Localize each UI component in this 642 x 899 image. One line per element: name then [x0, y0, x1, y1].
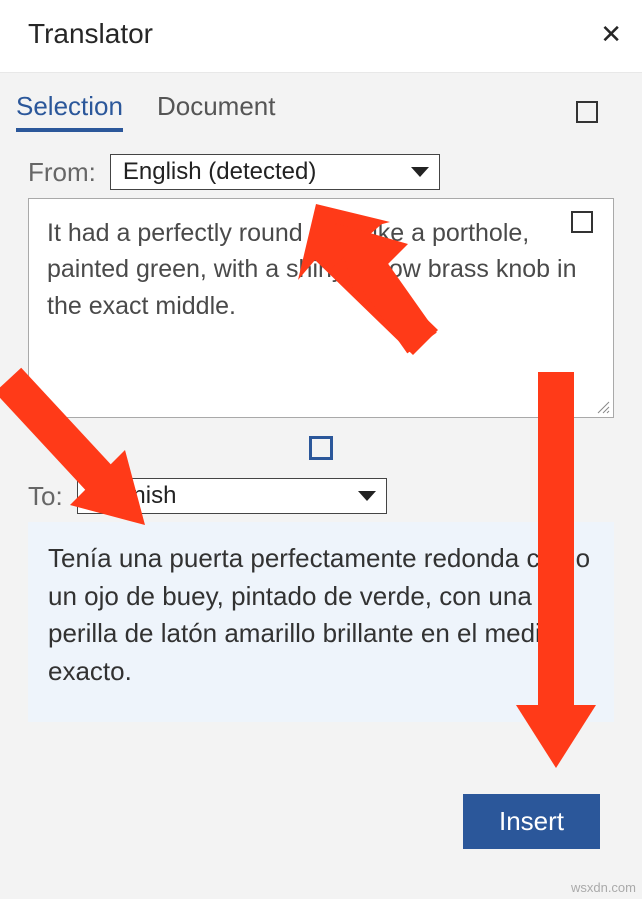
to-language-select[interactable]: Spanish [77, 478, 387, 514]
tab-document[interactable]: Document [157, 91, 276, 132]
from-language-value: English (detected) [123, 158, 316, 186]
translator-panel: Translator ✕ Selection Document From: En… [0, 0, 642, 899]
tabs: Selection Document [16, 91, 275, 132]
to-label: To: [28, 481, 63, 512]
expand-icon[interactable] [576, 101, 598, 123]
resize-handle-icon[interactable] [596, 400, 610, 414]
chevron-down-icon [411, 167, 429, 177]
content: From: English (detected) It had a perfec… [0, 140, 642, 722]
source-text: It had a perfectly round door like a por… [47, 219, 576, 320]
tab-selection[interactable]: Selection [16, 91, 123, 132]
target-text-box: Tenía una puerta perfectamente redonda c… [28, 522, 614, 722]
source-text-box[interactable]: It had a perfectly round door like a por… [28, 198, 614, 418]
from-label: From: [28, 157, 96, 188]
chevron-down-icon [358, 491, 376, 501]
panel-header: Translator ✕ [0, 0, 642, 73]
from-row: From: English (detected) [28, 154, 614, 190]
target-text: Tenía una puerta perfectamente redonda c… [48, 543, 590, 686]
panel-title: Translator [28, 18, 153, 50]
to-language-value: Spanish [90, 482, 177, 510]
from-language-select[interactable]: English (detected) [110, 154, 440, 190]
tabs-row: Selection Document [0, 73, 642, 140]
watermark-text: wsxdn.com [571, 880, 636, 895]
clear-source-icon[interactable] [571, 211, 593, 233]
close-icon[interactable]: ✕ [600, 21, 622, 47]
to-row: To: Spanish [28, 478, 614, 514]
swap-languages-icon[interactable] [309, 436, 333, 460]
insert-button[interactable]: Insert [463, 794, 600, 849]
